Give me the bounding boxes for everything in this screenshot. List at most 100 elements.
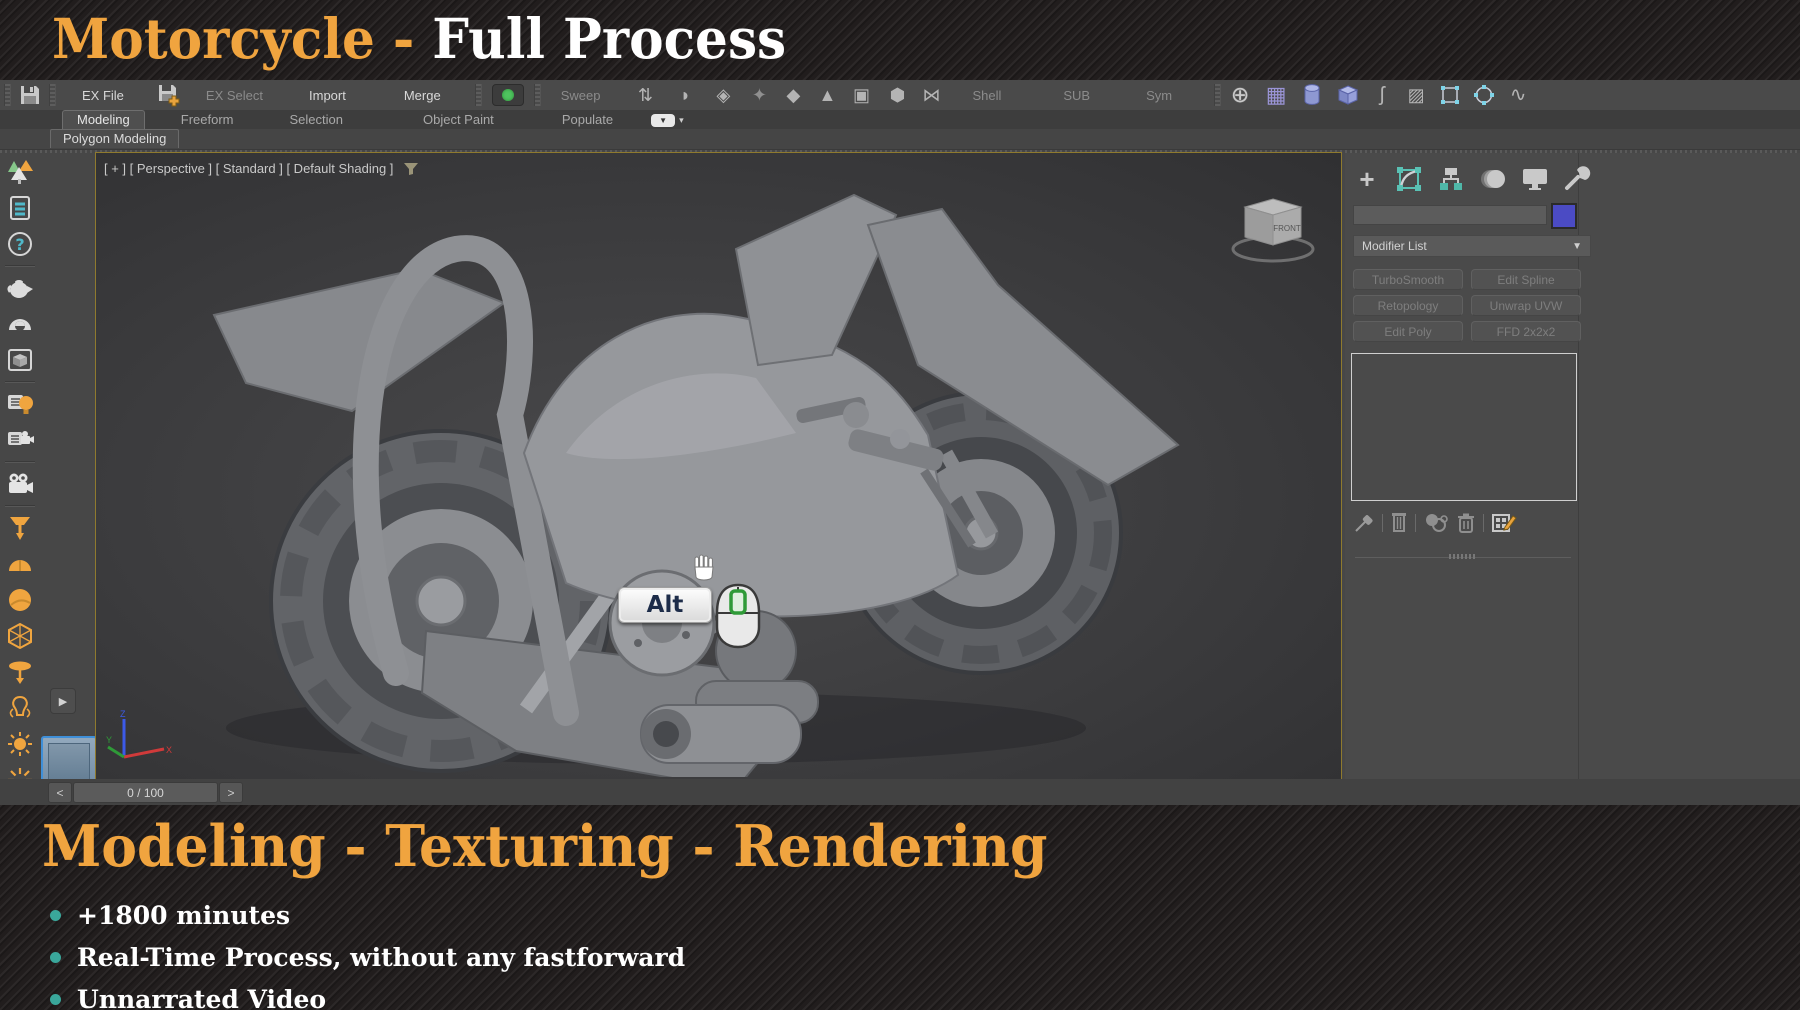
svg-text:?: ?	[15, 235, 24, 254]
app-window: { "banner_top": { "accent": "Motorcycle …	[0, 0, 1800, 1010]
unwrap-uvw-button[interactable]: Unwrap UVW	[1471, 295, 1581, 316]
state-light-icon[interactable]	[491, 84, 524, 106]
light-lister-icon[interactable]	[5, 389, 35, 419]
sweep-button[interactable]: Sweep	[553, 88, 609, 103]
dome-light-icon[interactable]	[5, 549, 35, 579]
toolbar-drag-handle[interactable]	[1214, 84, 1222, 106]
object-color-swatch[interactable]	[1551, 203, 1577, 229]
toolbar-drag-handle[interactable]	[4, 84, 11, 106]
left-sidebar: ?	[2, 154, 38, 842]
spot-light-icon[interactable]	[5, 513, 35, 543]
tab-freeform[interactable]: Freeform	[167, 111, 248, 129]
motion-tab[interactable]	[1479, 165, 1507, 193]
cylinder-primitive-icon[interactable]	[1297, 82, 1327, 108]
import-button[interactable]: Import	[301, 88, 354, 103]
cube-primitive-icon[interactable]	[1333, 82, 1363, 108]
trees-icon[interactable]	[5, 157, 35, 187]
help-icon[interactable]: ?	[5, 229, 35, 259]
align-icon[interactable]: ⊕	[1225, 82, 1255, 108]
mirror-icon[interactable]: ⋈	[916, 82, 946, 108]
modifier-list-dropdown[interactable]: Modifier List ▼	[1353, 235, 1591, 257]
tab-modeling[interactable]: Modeling	[62, 110, 145, 129]
sweep-flow-icon[interactable]: ⇅	[630, 82, 660, 108]
sun-light-icon[interactable]	[5, 729, 35, 759]
rollout-grip[interactable]	[1449, 554, 1477, 559]
edit-spline-button[interactable]: Edit Spline	[1471, 269, 1581, 290]
transform-copy-icon[interactable]: ▣	[846, 82, 876, 108]
modify-tab[interactable]	[1395, 165, 1423, 193]
spline-icon[interactable]: ʃ	[1367, 82, 1397, 108]
toolbar-drag-handle[interactable]	[533, 84, 541, 106]
ribbon-tab-bar: Modeling Freeform Selection Object Paint…	[0, 110, 1800, 129]
shell-button[interactable]: Shell	[964, 88, 1009, 103]
toolbar-drag-handle[interactable]	[474, 84, 482, 106]
create-tab[interactable]: +	[1353, 165, 1381, 193]
edit-poly-button[interactable]: Edit Poly	[1353, 321, 1463, 342]
motorcycle-model[interactable]	[96, 153, 1339, 777]
next-frame-button[interactable]: >	[219, 782, 243, 803]
camera-lister-icon[interactable]	[5, 425, 35, 455]
sphere-modifier-icon[interactable]: ✦	[744, 82, 774, 108]
list-item: +1800 minutes	[50, 901, 685, 930]
ribbon-collapse-button[interactable]: ▼ ▾	[651, 114, 684, 127]
bottom-banner: Modeling - Texturing - Rendering +1800 m…	[0, 805, 1800, 1010]
video-title-accent: Motorcycle -	[52, 6, 433, 71]
subtab-polygon-modeling[interactable]: Polygon Modeling	[50, 129, 180, 148]
shell-leaf-icon[interactable]: ◗	[670, 82, 700, 108]
previous-frame-button[interactable]: <	[48, 782, 72, 803]
utilities-tab[interactable]	[1563, 165, 1591, 193]
bullet-icon	[50, 952, 61, 963]
arc-shape-icon[interactable]: ∿	[1503, 82, 1533, 108]
video-camera-icon[interactable]	[5, 469, 35, 499]
save-plus-icon[interactable]	[154, 82, 184, 108]
turbosmooth-button[interactable]: TurboSmooth	[1353, 269, 1463, 290]
modifier-stack[interactable]	[1351, 353, 1577, 501]
caret-down-icon[interactable]: ▾	[679, 115, 684, 126]
svg-text:FRONT: FRONT	[1273, 224, 1301, 233]
save-icon[interactable]	[15, 82, 45, 108]
omni-light-icon[interactable]	[5, 693, 35, 723]
render-setup-icon[interactable]	[5, 345, 35, 375]
ex-select-button[interactable]: EX Select	[198, 88, 271, 103]
layout-tabs-expand-button[interactable]: ▶	[50, 688, 76, 714]
ffd-2x2x2-button[interactable]: FFD 2x2x2	[1471, 321, 1581, 342]
object-name-field[interactable]	[1353, 205, 1547, 225]
merge-button[interactable]: Merge	[396, 88, 449, 103]
rock-icon[interactable]: ⬢	[882, 82, 912, 108]
tab-populate[interactable]: Populate	[548, 111, 627, 129]
disc-light-icon[interactable]	[5, 657, 35, 687]
sphere-light-icon[interactable]	[5, 585, 35, 615]
tab-selection[interactable]: Selection	[276, 111, 357, 129]
pyramid-icon[interactable]: ▲	[812, 82, 842, 108]
show-end-result-icon[interactable]	[1390, 512, 1408, 534]
section-box-icon[interactable]: ▨	[1401, 82, 1431, 108]
circle-shape-icon[interactable]	[1469, 82, 1499, 108]
remove-modifier-trash-icon[interactable]	[1456, 512, 1476, 534]
hierarchy-tab[interactable]	[1437, 165, 1465, 193]
perspective-viewport[interactable]: [ + ] [ Perspective ] [ Standard ] [ Def…	[95, 152, 1342, 780]
display-tab[interactable]	[1521, 165, 1549, 193]
tab-object-paint[interactable]: Object Paint	[409, 111, 508, 129]
time-slider[interactable]: 0 / 100	[73, 782, 218, 803]
layer-document-icon[interactable]	[5, 193, 35, 223]
rectangle-shape-icon[interactable]	[1435, 82, 1465, 108]
make-unique-icon[interactable]	[1423, 512, 1449, 534]
stone-icon[interactable]: ◆	[778, 82, 808, 108]
teapot-icon[interactable]	[5, 273, 35, 303]
configure-modifier-sets-icon[interactable]	[1491, 511, 1517, 535]
sidebar-divider	[5, 505, 35, 507]
command-panel-tabs: +	[1353, 165, 1591, 193]
retopology-button[interactable]: Retopology	[1353, 295, 1463, 316]
checker-plane-icon[interactable]: ◈	[708, 82, 738, 108]
toolbar-drag-handle[interactable]	[49, 84, 56, 106]
viewcube[interactable]: FRONT	[1225, 193, 1321, 267]
sym-button[interactable]: Sym	[1138, 88, 1180, 103]
ex-file-button[interactable]: EX File	[74, 88, 132, 103]
video-title: Motorcycle - Full Process	[52, 6, 786, 71]
mouse-middle-button-overlay	[715, 583, 761, 649]
sub-button[interactable]: SUB	[1055, 88, 1098, 103]
teapot-alt-icon[interactable]	[5, 309, 35, 339]
geosphere-icon[interactable]	[5, 621, 35, 651]
grid-array-icon[interactable]: ▦	[1261, 82, 1291, 108]
pin-stack-icon[interactable]	[1353, 512, 1375, 534]
